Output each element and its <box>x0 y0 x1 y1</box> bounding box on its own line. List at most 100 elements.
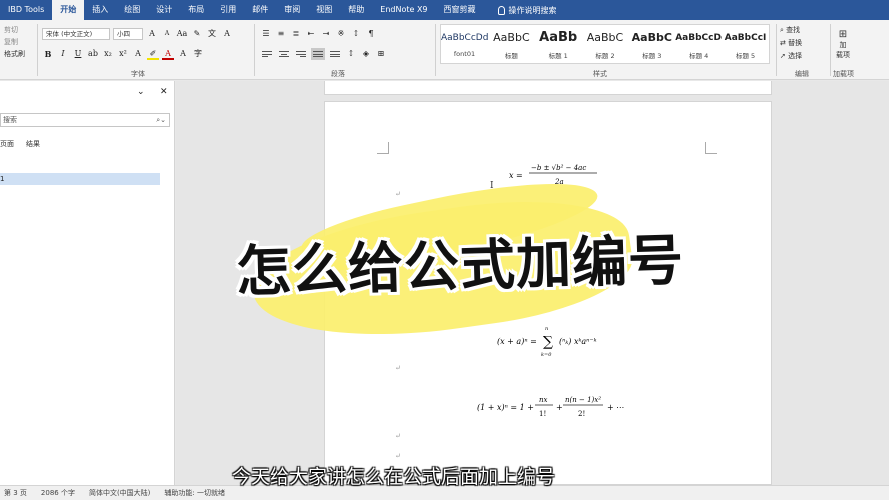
tab-references[interactable]: 引用 <box>212 0 244 20</box>
strikethrough-icon[interactable]: ab <box>87 48 99 60</box>
para-row-2: ↕ ◈ ⊞ <box>260 48 387 60</box>
show-marks-icon[interactable]: ¶ <box>365 28 377 40</box>
style-heading-2[interactable]: AaBbC 标题 2 <box>582 25 629 63</box>
style-preview: AaBbC <box>631 31 672 44</box>
cut-button[interactable]: 剪切 <box>0 24 36 36</box>
char-border-icon[interactable]: A <box>221 28 233 40</box>
bold-button[interactable]: B <box>42 48 54 60</box>
styles-group-label: 样式 <box>593 70 607 78</box>
shrink-font-button[interactable]: A <box>161 28 173 40</box>
tab-ibd-tools[interactable]: IBD Tools <box>0 0 52 20</box>
svg-text:x =: x = <box>509 171 523 180</box>
tab-help[interactable]: 帮助 <box>340 0 372 20</box>
tab-mailings[interactable]: 邮件 <box>244 0 276 20</box>
language-indicator[interactable]: 简体中文(中国大陆) <box>89 488 150 498</box>
tab-layout[interactable]: 布局 <box>180 0 212 20</box>
format-painter-button[interactable]: 格式刷 <box>0 48 36 60</box>
nav-search-input[interactable]: 搜索 ⌕⌄ <box>0 113 170 127</box>
styles-gallery: AaBbCcDdI font01 AaBbC 标题 AaBb 标题 1 AaBbC 标题… <box>440 24 770 64</box>
text-effects-icon[interactable]: A <box>132 48 144 60</box>
distributed-icon[interactable] <box>328 48 342 60</box>
highlight-icon[interactable]: ✐ <box>147 48 159 60</box>
increase-indent-icon[interactable]: ⇥ <box>320 28 332 40</box>
tab-pages[interactable]: 页面 <box>0 139 14 149</box>
page-count[interactable]: 第 3 页 <box>4 488 27 498</box>
clear-format-icon[interactable]: ✎ <box>191 28 203 40</box>
style-title[interactable]: AaBbC 标题 <box>488 25 535 63</box>
margin-corner <box>377 142 389 154</box>
replace-button[interactable]: ⇄ 替换 <box>780 37 828 50</box>
ribbon-tab-bar: IBD Tools 开始 插入 绘图 设计 布局 引用 邮件 审阅 视图 帮助 … <box>0 0 889 20</box>
grow-font-button[interactable]: A <box>146 28 158 40</box>
phonetic-guide-icon[interactable]: 文 <box>206 28 218 40</box>
change-case-icon[interactable]: Aa <box>176 28 188 40</box>
binomial-formula: (x + a)ⁿ = ∑ n k=0 (ⁿₖ) xᵏaⁿ⁻ᵏ <box>497 326 597 358</box>
chinese-layout-icon[interactable]: ※ <box>335 28 347 40</box>
tab-results[interactable]: 结果 <box>26 139 40 149</box>
paragraph-mark: ↵ <box>395 364 401 372</box>
enclose-char-icon[interactable]: 字 <box>192 48 204 60</box>
editing-group: ⌕ 查找 ⇄ 替换 ➚ 选择 <box>780 24 828 63</box>
find-button[interactable]: ⌕ 查找 <box>780 24 828 37</box>
tab-insert[interactable]: 插入 <box>84 0 116 20</box>
align-left-icon[interactable] <box>260 48 274 60</box>
accessibility-status[interactable]: 辅助功能: 一切就绪 <box>164 488 225 498</box>
multilevel-list-icon[interactable]: ≣ <box>290 28 302 40</box>
equation-expansion[interactable]: (1 + x)ⁿ = 1 + nx 1! + n(n − 1)x² 2! + ⋯ <box>477 392 637 428</box>
font-name-dropdown[interactable]: 宋体 (中文正文) <box>42 28 110 40</box>
addins-button[interactable]: ⊞ 加 载项 <box>836 30 850 60</box>
justify-icon[interactable] <box>311 48 325 60</box>
select-label: 选择 <box>788 52 803 60</box>
lightbulb-icon <box>497 5 505 15</box>
tab-home[interactable]: 开始 <box>52 0 85 20</box>
style-preview: AaBbC <box>493 31 530 44</box>
char-shading-icon[interactable]: A <box>177 48 189 60</box>
italic-button[interactable]: I <box>57 48 69 60</box>
tell-me-label: 操作说明搜索 <box>508 5 557 15</box>
tab-view[interactable]: 视图 <box>308 0 340 20</box>
svg-text:(ⁿₖ) xᵏaⁿ⁻ᵏ: (ⁿₖ) xᵏaⁿ⁻ᵏ <box>559 337 597 346</box>
align-right-icon[interactable] <box>294 48 308 60</box>
tell-me-search[interactable]: 操作说明搜索 <box>484 5 557 16</box>
shading-icon[interactable]: ◈ <box>360 48 372 60</box>
tab-endnote[interactable]: EndNote X9 <box>372 0 435 20</box>
nav-tabs: 页面 结果 <box>0 139 40 149</box>
borders-icon[interactable]: ⊞ <box>375 48 387 60</box>
decrease-indent-icon[interactable]: ⇤ <box>305 28 317 40</box>
tab-design[interactable]: 设计 <box>148 0 180 20</box>
bullets-icon[interactable]: ☰ <box>260 28 272 40</box>
numbering-icon[interactable]: ≡ <box>275 28 287 40</box>
font-color-button[interactable]: A <box>162 48 174 60</box>
style-font01[interactable]: AaBbCcDdI font01 <box>441 25 488 63</box>
addin-label-2: 载项 <box>836 51 850 59</box>
chevron-down-icon[interactable]: ⌄ <box>137 87 145 97</box>
font-size-dropdown[interactable]: 小四 <box>113 28 143 40</box>
superscript-icon[interactable]: x² <box>117 48 129 60</box>
close-icon[interactable]: ✕ <box>160 87 168 97</box>
style-heading-5[interactable]: AaBbCcI 标题 5 <box>722 25 769 63</box>
style-heading-4[interactable]: AaBbCcDc 标题 4 <box>675 25 722 63</box>
subscript-icon[interactable]: x₂ <box>102 48 114 60</box>
style-heading-1[interactable]: AaBb 标题 1 <box>535 25 582 63</box>
style-heading-3[interactable]: AaBbC 标题 3 <box>628 25 675 63</box>
sort-icon[interactable]: ↕ <box>350 28 362 40</box>
divider <box>254 24 255 76</box>
nav-heading-item[interactable]: 1 <box>0 173 160 185</box>
svg-text:n: n <box>545 326 548 332</box>
copy-button[interactable]: 复制 <box>0 36 36 48</box>
select-button[interactable]: ➚ 选择 <box>780 50 828 63</box>
line-spacing-icon[interactable]: ↕ <box>345 48 357 60</box>
para-row-1: ☰ ≡ ≣ ⇤ ⇥ ※ ↕ ¶ <box>260 28 377 40</box>
divider <box>37 24 38 76</box>
underline-button[interactable]: U <box>72 48 84 60</box>
tab-review[interactable]: 审阅 <box>276 0 308 20</box>
ribbon: 剪切 复制 格式刷 宋体 (中文正文) 小四 A A Aa ✎ 文 A B I … <box>0 20 889 80</box>
video-subtitle: 今天给大家讲怎么在公式后面加上编号 <box>232 466 556 488</box>
word-count[interactable]: 2086 个字 <box>41 488 75 498</box>
align-center-icon[interactable] <box>277 48 291 60</box>
svg-text:2!: 2! <box>578 410 585 418</box>
tab-draw[interactable]: 绘图 <box>116 0 148 20</box>
tab-xichuang[interactable]: 西窗剪藏 <box>436 0 484 20</box>
equation-binomial[interactable]: (x + a)ⁿ = ∑ n k=0 (ⁿₖ) xᵏaⁿ⁻ᵏ <box>497 324 627 362</box>
expansion-formula: (1 + x)ⁿ = 1 + nx 1! + n(n − 1)x² 2! + ⋯ <box>477 396 624 418</box>
